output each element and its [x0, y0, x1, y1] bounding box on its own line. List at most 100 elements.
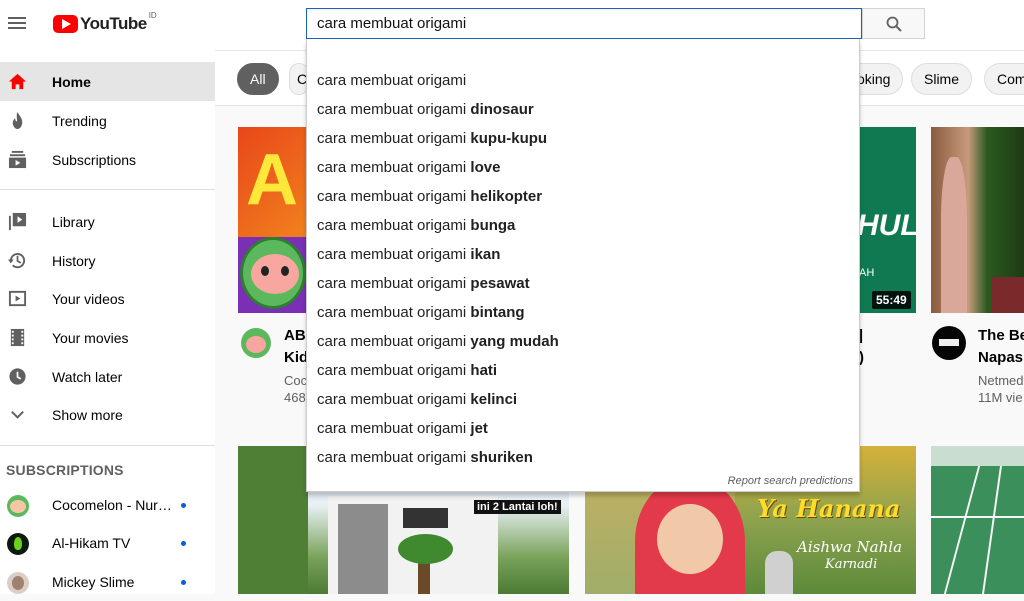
- chip-all[interactable]: All: [237, 63, 279, 95]
- suggestion-completion: bunga: [470, 217, 516, 234]
- subscriptions-icon: [8, 150, 27, 169]
- sidebar-item-history[interactable]: History: [0, 241, 215, 280]
- channel-name[interactable]: Netmed: [978, 373, 1024, 388]
- youtube-logo[interactable]: YouTube ID: [53, 11, 157, 35]
- search-suggestion[interactable]: cara membuat origami love: [307, 153, 859, 182]
- search-suggestions-dropdown: cara membuat origami cara membuat origami…: [306, 39, 860, 492]
- search-suggestion[interactable]: cara membuat origami helikopter: [307, 182, 859, 211]
- video-title[interactable]: Napas: [978, 349, 1023, 366]
- sidebar-item-library[interactable]: Library: [0, 202, 215, 241]
- suggestion-prefix: cara membuat origami: [317, 130, 467, 147]
- subscription-item-cocomelon[interactable]: Cocomelon - Nurs...: [0, 486, 215, 524]
- subscription-item-al-hikam[interactable]: Al-Hikam TV: [0, 524, 215, 562]
- sidebar-item-trending[interactable]: Trending: [0, 101, 215, 140]
- search-suggestion[interactable]: cara membuat origami ikan: [307, 240, 859, 269]
- menu-icon[interactable]: [8, 14, 28, 34]
- youtube-play-icon: [53, 15, 78, 33]
- search-suggestion[interactable]: cara membuat origami pesawat: [307, 269, 859, 298]
- sidebar-item-label: Your movies: [52, 329, 129, 346]
- avatar: [7, 572, 29, 594]
- sidebar-item-label: Your videos: [52, 290, 125, 307]
- suggestion-completion: dinosaur: [470, 101, 534, 118]
- thumbnail-text: AH: [859, 267, 875, 279]
- thumbnail-text: Aishwa Nahla: [797, 538, 903, 556]
- sidebar-item-your-movies[interactable]: Your movies: [0, 318, 215, 357]
- video-views: 11M vie: [978, 390, 1023, 405]
- report-search-predictions-link[interactable]: Report search predictions: [728, 475, 853, 487]
- new-content-dot: [181, 580, 186, 585]
- video-thumbnail[interactable]: HUL AH 55:49: [859, 127, 916, 313]
- channel-avatar[interactable]: [241, 328, 271, 358]
- video-duration: 55:49: [872, 291, 911, 309]
- sidebar-item-home[interactable]: Home: [0, 62, 215, 101]
- suggestion-prefix: cara membuat origami: [317, 101, 467, 118]
- search-suggestion[interactable]: cara membuat origami kupu-kupu: [307, 124, 859, 153]
- sidebar-item-label: Show more: [52, 406, 123, 423]
- suggestion-completion: ikan: [470, 246, 501, 263]
- thumbnail-text: HUL: [859, 209, 916, 242]
- sidebar-item-label: Home: [52, 73, 91, 90]
- sidebar-item-watch-later[interactable]: Watch later: [0, 357, 215, 396]
- video-title[interactable]: AB: [284, 327, 306, 344]
- thumbnail-text: Ya Hanana: [757, 494, 901, 523]
- sidebar-item-subscriptions[interactable]: Subscriptions: [0, 140, 215, 179]
- region-code: ID: [148, 11, 157, 20]
- sidebar-item-label: History: [52, 252, 96, 269]
- sidebar-item-label: Trending: [52, 112, 107, 129]
- suggestion-completion: pesawat: [470, 275, 530, 292]
- subscription-label: Al-Hikam TV: [52, 535, 131, 551]
- suggestion-prefix: cara membuat origami: [317, 362, 467, 379]
- video-title[interactable]: The Be: [978, 327, 1024, 344]
- suggestion-completion: hati: [470, 362, 498, 379]
- logo-text: YouTube: [80, 14, 147, 33]
- chip-slime[interactable]: Slime: [911, 63, 973, 95]
- video-thumbnail[interactable]: [931, 446, 1024, 594]
- suggestion-prefix: cara membuat origami: [317, 275, 467, 292]
- new-content-dot: [181, 541, 186, 546]
- suggestion-prefix: cara membuat origami: [317, 420, 467, 437]
- channel-name[interactable]: Coc: [284, 373, 307, 388]
- suggestion-completion: bintang: [470, 304, 525, 321]
- search-input[interactable]: [307, 9, 861, 38]
- search-suggestion[interactable]: cara membuat origami: [307, 66, 859, 95]
- subscription-item-mickey-slime[interactable]: Mickey Slime: [0, 563, 215, 601]
- suggestion-prefix: cara membuat origami: [317, 72, 467, 89]
- sidebar-item-label: Watch later: [52, 368, 123, 385]
- suggestion-prefix: cara membuat origami: [317, 391, 467, 408]
- home-icon: [8, 73, 27, 90]
- video-thumbnail[interactable]: [931, 127, 1024, 313]
- search-box[interactable]: [306, 8, 862, 39]
- thumbnail-text: Karnadi: [825, 557, 878, 572]
- sidebar-item-your-videos[interactable]: Your videos: [0, 279, 215, 318]
- suggestion-completion: kelinci: [470, 391, 518, 408]
- video-title[interactable]: Kid: [284, 349, 308, 366]
- search-suggestion[interactable]: cara membuat origami bunga: [307, 211, 859, 240]
- sidebar-item-label: Library: [52, 213, 95, 230]
- channel-avatar[interactable]: [932, 326, 966, 360]
- chip-comedy[interactable]: Com: [984, 63, 1024, 95]
- search-suggestion[interactable]: cara membuat origami yang mudah: [307, 327, 859, 356]
- suggestion-prefix: cara membuat origami: [317, 304, 467, 321]
- history-icon: [8, 253, 26, 269]
- watch-later-icon: [9, 368, 26, 385]
- search-suggestion[interactable]: cara membuat origami dinosaur: [307, 95, 859, 124]
- search-suggestion[interactable]: cara membuat origami shuriken: [307, 443, 859, 472]
- search-suggestion[interactable]: cara membuat origami kelinci: [307, 385, 859, 414]
- thumbnail-text: ini 2 Lantai loh!: [474, 500, 561, 514]
- cocomelon-character: [240, 237, 306, 309]
- search-suggestion[interactable]: cara membuat origami jet: [307, 414, 859, 443]
- video-thumbnail[interactable]: A: [238, 127, 308, 313]
- sidebar-item-label: Subscriptions: [52, 151, 137, 168]
- new-content-dot: [181, 503, 186, 508]
- search-icon: [886, 16, 902, 32]
- search-suggestion[interactable]: cara membuat origami hati: [307, 356, 859, 385]
- avatar: [7, 495, 29, 517]
- search-suggestion[interactable]: cara membuat origami bintang: [307, 298, 859, 327]
- sidebar-item-show-more[interactable]: Show more: [0, 395, 215, 434]
- suggestion-completion: kupu-kupu: [470, 130, 548, 147]
- search-button[interactable]: [862, 8, 925, 39]
- sidebar-divider: [0, 189, 215, 190]
- suggestion-completion: love: [470, 159, 501, 176]
- suggestion-prefix: cara membuat origami: [317, 333, 467, 350]
- suggestion-prefix: cara membuat origami: [317, 217, 467, 234]
